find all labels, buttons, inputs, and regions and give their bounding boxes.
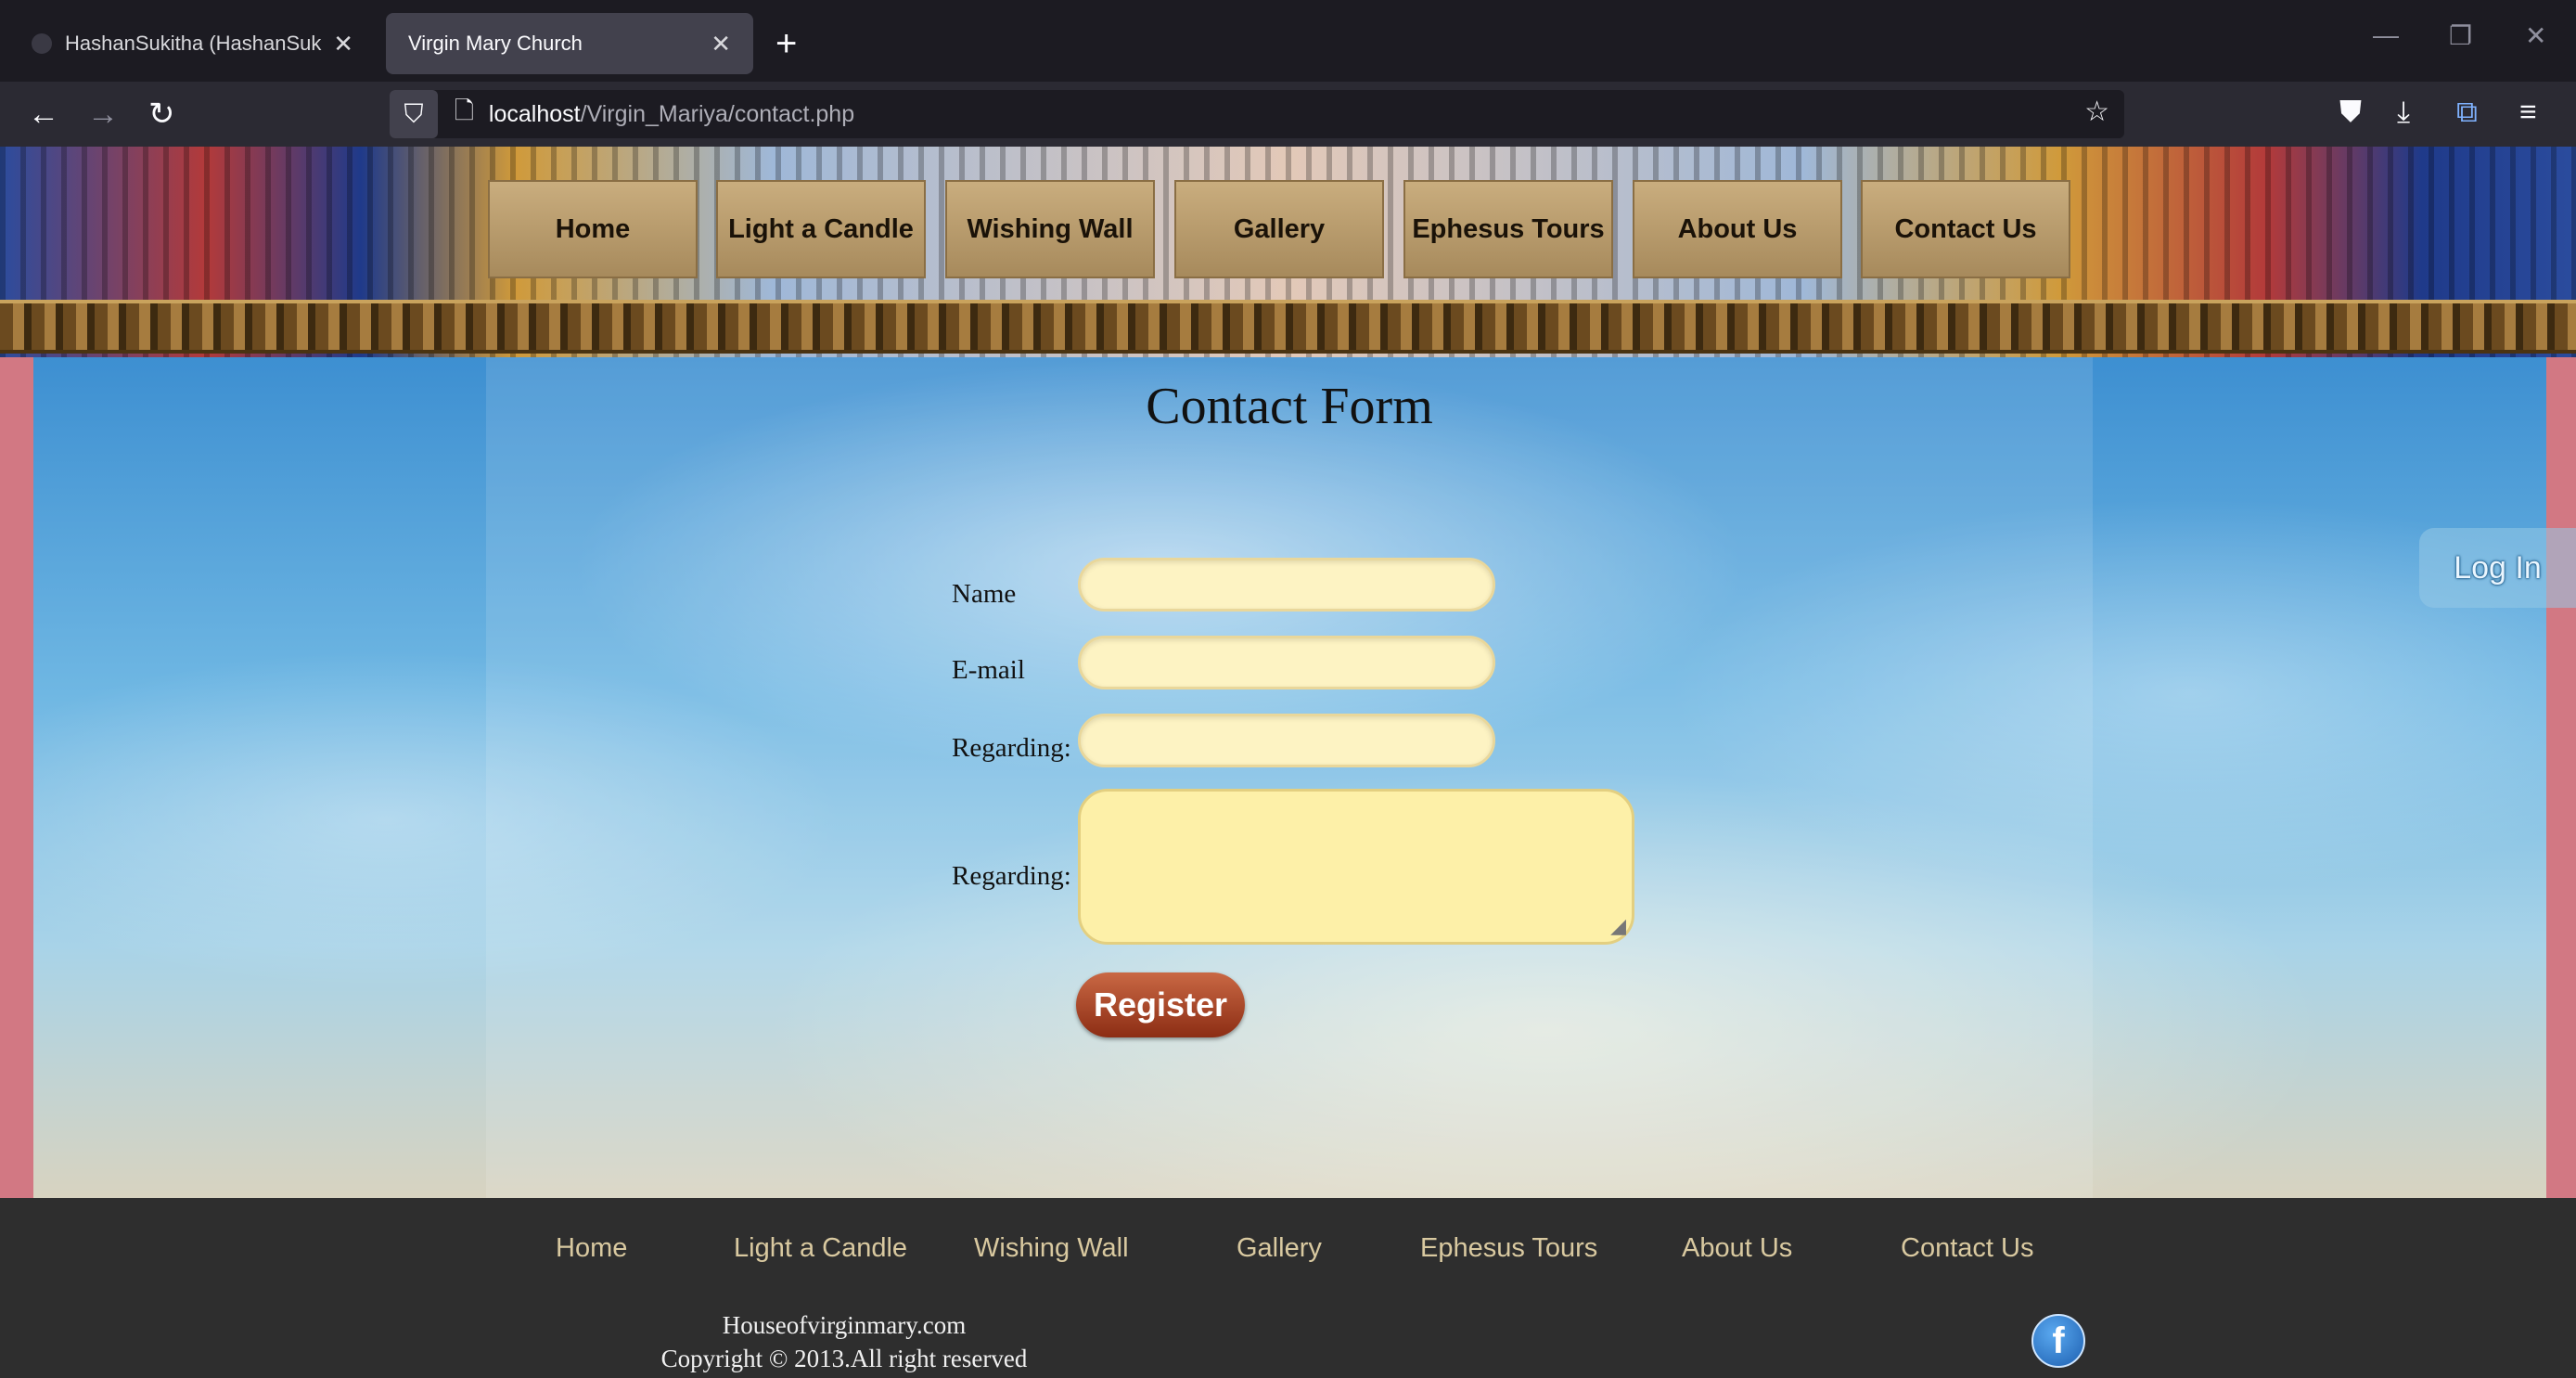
footer: [0, 1198, 2576, 1378]
page-icon: 🗋: [455, 97, 474, 124]
reload-icon[interactable]: ↻: [148, 93, 175, 135]
url-text[interactable]: localhost/Virgin_Mariya/contact.php: [489, 101, 854, 128]
footer-copyright: Houseofvirginmary.com Copyright © 2013.A…: [557, 1308, 1132, 1375]
forward-icon[interactable]: →: [87, 93, 119, 135]
tab-title: HashanSukitha (HashanSukitha): [65, 32, 323, 55]
browser-tab-virgin-mary[interactable]: Virgin Mary Church ✕: [386, 13, 753, 74]
login-button[interactable]: Log In: [2419, 528, 2576, 608]
footer-link-light-a-candle[interactable]: Light a Candle: [734, 1233, 907, 1264]
nav-ephesus-tours[interactable]: Ephesus Tours: [1403, 180, 1613, 278]
footer-link-home[interactable]: Home: [556, 1233, 627, 1264]
browser-tab-github[interactable]: HashanSukitha (HashanSukitha) ✕: [9, 13, 376, 74]
nav-light-a-candle[interactable]: Light a Candle: [716, 180, 926, 278]
back-icon[interactable]: ←: [28, 93, 59, 135]
browser-nav-bar: ← → ↻ ⛉ 🗋 localhost/Virgin_Mariya/contac…: [0, 82, 2576, 147]
menu-icon[interactable]: ≡: [2519, 95, 2537, 129]
footer-link-about-us[interactable]: About Us: [1682, 1233, 1792, 1264]
facebook-icon[interactable]: f: [2031, 1314, 2085, 1368]
copyright-text: Copyright © 2013.All right reserved: [660, 1345, 1028, 1372]
nav-home[interactable]: Home: [488, 180, 698, 278]
nav-wishing-wall[interactable]: Wishing Wall: [945, 180, 1155, 278]
address-bar[interactable]: ⛉ 🗋 localhost/Virgin_Mariya/contact.php …: [390, 90, 2124, 138]
footer-link-wishing-wall[interactable]: Wishing Wall: [974, 1233, 1129, 1264]
page-title: Contact Form: [1146, 378, 1433, 435]
github-icon: [32, 33, 52, 54]
tab-title: Virgin Mary Church: [408, 32, 583, 55]
close-icon[interactable]: ✕: [333, 30, 353, 58]
footer-link-contact-us[interactable]: Contact Us: [1901, 1233, 2033, 1264]
browser-tab-bar: HashanSukitha (HashanSukitha) ✕ Virgin M…: [0, 0, 2576, 82]
resize-handle-icon[interactable]: ◢: [1610, 914, 1626, 938]
restore-icon[interactable]: ❐: [2449, 20, 2472, 51]
nav-gallery[interactable]: Gallery: [1174, 180, 1384, 278]
footer-link-ephesus-tours[interactable]: Ephesus Tours: [1420, 1233, 1597, 1264]
page-border-right: [2546, 357, 2576, 1198]
close-icon[interactable]: ✕: [711, 30, 731, 58]
page-border-left: [0, 357, 33, 1198]
content-panel: [486, 357, 2093, 1198]
download-icon[interactable]: ⤓: [2397, 95, 2410, 130]
nav-contact-us[interactable]: Contact Us: [1861, 180, 2070, 278]
register-button[interactable]: Register: [1076, 972, 1245, 1037]
email-label: E-mail: [952, 655, 1025, 685]
site-name: Houseofvirginmary.com: [722, 1311, 967, 1339]
nav-about-us[interactable]: About Us: [1633, 180, 1842, 278]
message-textarea[interactable]: ◢: [1078, 789, 1634, 945]
minimize-icon[interactable]: —: [2373, 20, 2399, 50]
name-field[interactable]: [1078, 558, 1495, 612]
close-window-icon[interactable]: ✕: [2525, 20, 2546, 51]
shield-icon[interactable]: ⛉: [390, 90, 438, 138]
new-tab-button[interactable]: +: [775, 20, 797, 67]
message-label: Regarding:: [952, 861, 1071, 891]
regarding-label: Regarding:: [952, 733, 1071, 763]
footer-link-gallery[interactable]: Gallery: [1237, 1233, 1322, 1264]
name-label: Name: [952, 579, 1017, 609]
web-page: Home Light a Candle Wishing Wall Gallery…: [0, 147, 2576, 1378]
translate-icon[interactable]: ⧉: [2456, 95, 2478, 130]
regarding-field[interactable]: [1078, 714, 1495, 767]
pocket-icon[interactable]: ⛊: [2339, 95, 2362, 130]
banner-border: [0, 300, 2576, 354]
email-field[interactable]: [1078, 636, 1495, 689]
star-icon[interactable]: ☆: [2084, 96, 2109, 128]
